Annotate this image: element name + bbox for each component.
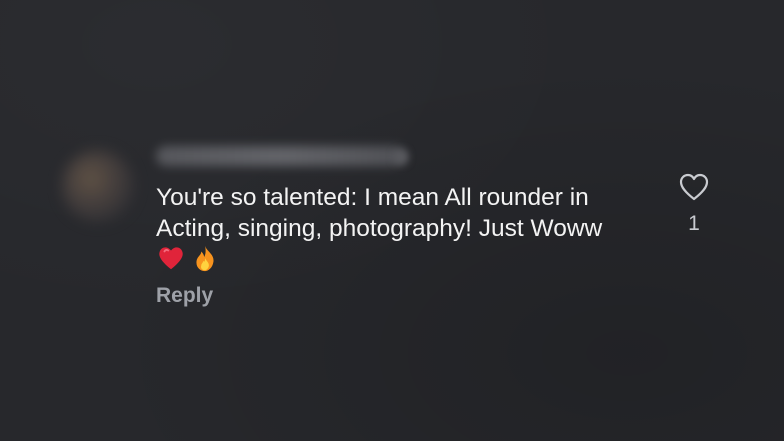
heart-outline-icon[interactable] bbox=[678, 172, 710, 202]
like-count: 1 bbox=[688, 212, 700, 235]
avatar[interactable] bbox=[62, 150, 134, 222]
username-blurred[interactable] bbox=[156, 146, 406, 166]
emoji-row bbox=[156, 242, 220, 274]
heart-emoji-icon bbox=[159, 247, 183, 270]
comment-text: You're so talented: I mean All rounder i… bbox=[156, 184, 603, 242]
fire-emoji-icon bbox=[196, 245, 214, 272]
username-badge-blurred bbox=[394, 150, 408, 164]
comment-item: You're so talented: I mean All rounder i… bbox=[62, 138, 742, 318]
reply-button[interactable]: Reply bbox=[156, 284, 213, 308]
